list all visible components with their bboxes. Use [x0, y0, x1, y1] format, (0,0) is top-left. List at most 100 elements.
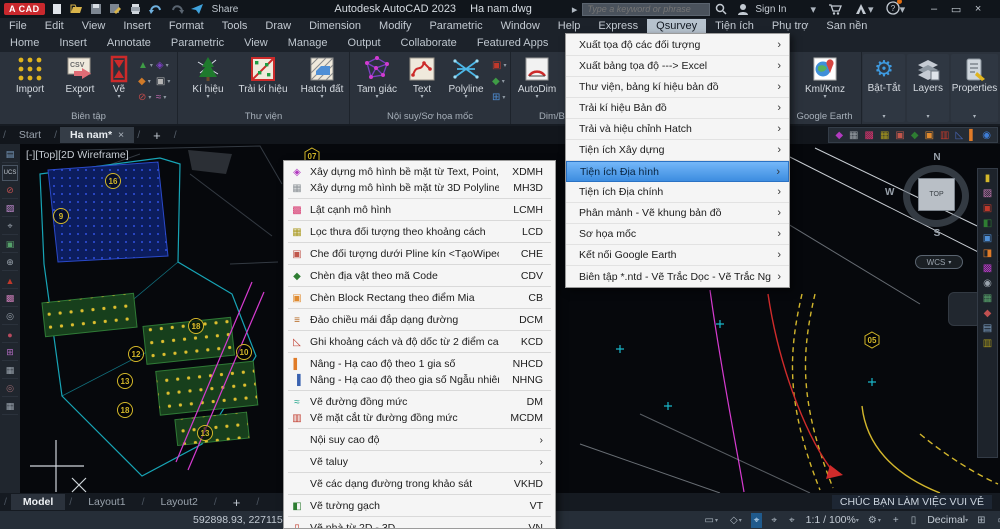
- diamond-tool-icon[interactable]: ◆: [984, 308, 992, 319]
- menu-edit[interactable]: Edit: [36, 19, 73, 33]
- isodraft-toggle[interactable]: ◇▾: [727, 513, 745, 528]
- close-button[interactable]: ×: [967, 3, 989, 15]
- menu-phu-tro[interactable]: Phụ trợ: [763, 19, 818, 33]
- annotation-scale[interactable]: 1:1 / 100%: [806, 514, 856, 526]
- redo-icon[interactable]: [170, 4, 184, 15]
- raise-lower-icon[interactable]: ▌: [969, 130, 976, 141]
- workspace-switching[interactable]: ▭▾: [995, 513, 1000, 528]
- add-layout-button[interactable]: +: [221, 493, 253, 512]
- tab-view[interactable]: View: [234, 35, 278, 52]
- menu-help[interactable]: Help: [549, 19, 590, 33]
- tree-text-tool-icon[interactable]: ▲: [2, 273, 18, 289]
- menu-item-tien-ich-dia-chinh[interactable]: Tiện ích Địa chính›: [566, 182, 789, 203]
- viewcube-west[interactable]: W: [885, 187, 894, 198]
- tab-annotate[interactable]: Annotate: [97, 35, 161, 52]
- donut-tool-icon[interactable]: ◎: [2, 381, 18, 397]
- menu-dimension[interactable]: Dimension: [300, 19, 370, 33]
- flyout-net-button[interactable]: ◈▾: [156, 60, 170, 71]
- submenu-item-che[interactable]: ▣Che đối tượng dưới Pline kín <TạoWipeou…: [284, 246, 555, 262]
- sign-in-avatar-icon[interactable]: [737, 3, 750, 15]
- tab-home[interactable]: Home: [0, 35, 49, 52]
- ki-hieu-button[interactable]: Kí hiệu ▾: [186, 55, 230, 100]
- submenu-item-lcmh[interactable]: ▩Lật cạnh mô hìnhLCMH: [284, 202, 555, 218]
- submenu-item-nhcd[interactable]: ▌Nâng - Hạ cao độ theo 1 gia sốNHCD: [284, 356, 555, 372]
- hatch-dat-button[interactable]: Hatch đất ▾: [296, 55, 348, 100]
- add-scales-toggle[interactable]: +: [890, 513, 902, 528]
- menu-tools[interactable]: Tools: [213, 19, 257, 33]
- table-tool-icon[interactable]: ▦: [2, 363, 18, 379]
- help-caret-icon[interactable]: ▾: [900, 3, 906, 16]
- flyout-wave-button[interactable]: ≈▾: [156, 92, 170, 103]
- panel-title[interactable]: Google Earth: [788, 111, 861, 122]
- submenu-item-vkhd[interactable]: Vẽ các dạng đường trong khảo sátVKHD: [284, 476, 555, 492]
- panel-title[interactable]: Nội suy/Sơ họa mốc: [350, 111, 510, 122]
- point-tool-icon[interactable]: ●: [2, 327, 18, 343]
- polyline-button[interactable]: Polyline ▾: [442, 55, 490, 100]
- purple-pattern-tool-icon[interactable]: ▩: [983, 263, 992, 274]
- autodesk-app-caret-icon[interactable]: ▾: [868, 3, 874, 16]
- bat-tat-button[interactable]: ⚙ Bật-Tắt ▾: [863, 54, 905, 122]
- section-icon[interactable]: ▥: [940, 130, 949, 141]
- block-tool-icon[interactable]: ▣: [2, 237, 18, 253]
- flyout-label-button[interactable]: ◆▾: [138, 76, 153, 87]
- autodesk-app-icon[interactable]: [854, 3, 868, 15]
- import-button[interactable]: Import ▾: [6, 55, 54, 100]
- trai-ki-hieu-button[interactable]: Trải kí hiệu: [232, 55, 294, 95]
- new-tab-button[interactable]: +: [143, 126, 171, 145]
- menu-express[interactable]: Express: [589, 19, 647, 33]
- hatch-tool-icon[interactable]: ▨: [2, 201, 18, 217]
- add-box-tool-icon[interactable]: ⊞: [2, 345, 18, 361]
- close-tab-icon[interactable]: ×: [118, 129, 124, 141]
- no-plot-icon[interactable]: ⊘: [2, 183, 18, 199]
- submenu-item-vt[interactable]: ◧Vẽ tường gạchVT: [284, 498, 555, 514]
- submenu-item-cb[interactable]: ▣Chèn Block Rectang theo điểm MiaCB: [284, 290, 555, 306]
- sign-in-button[interactable]: Sign In: [755, 4, 786, 15]
- insert-code-icon[interactable]: ◆: [911, 130, 919, 141]
- share-button[interactable]: Share: [212, 4, 239, 15]
- ucs-tool-icon[interactable]: UCS: [2, 165, 18, 181]
- share-plane-icon[interactable]: [191, 4, 204, 15]
- tab-parametric[interactable]: Parametric: [161, 35, 234, 52]
- viewcube[interactable]: N S W E TOP: [897, 155, 977, 237]
- submenu-item-lcd[interactable]: ▦Lọc thưa đối tượng theo khoảng cáchLCD: [284, 224, 555, 240]
- grid-tool-icon[interactable]: ▦: [2, 399, 18, 415]
- units-caret-icon[interactable]: ▾: [965, 517, 968, 524]
- tab-manage[interactable]: Manage: [278, 35, 338, 52]
- red-block-tool-icon[interactable]: ▣: [983, 203, 992, 214]
- tam-giac-button[interactable]: Tam giác ▾: [352, 55, 402, 100]
- target-tool-icon[interactable]: ◉: [983, 278, 992, 289]
- submenu-item-vn[interactable]: ▯Vẽ nhà từ 2D - 3DVN: [284, 520, 555, 529]
- menu-modify[interactable]: Modify: [370, 19, 420, 33]
- autocad-logo-icon[interactable]: A CAD: [4, 3, 45, 15]
- layers-button[interactable]: Layers ▾: [907, 54, 949, 122]
- file-tab-hanam[interactable]: Ha nam*×: [60, 127, 134, 143]
- menu-view[interactable]: View: [73, 19, 115, 33]
- menu-window[interactable]: Window: [492, 19, 549, 33]
- submenu-item-cdv[interactable]: ◆Chèn địa vật theo mã CodeCDV: [284, 268, 555, 284]
- viewcube-north[interactable]: N: [897, 152, 977, 163]
- units-ruler[interactable]: ▯: [908, 513, 920, 528]
- menu-parametric[interactable]: Parametric: [420, 19, 491, 33]
- properties-button[interactable]: Properties ▾: [951, 54, 998, 122]
- grid2-tool-icon[interactable]: ▦: [983, 293, 992, 304]
- menu-item-tien-ich-dia-hinh[interactable]: Tiện ích Địa hình›: [566, 161, 789, 182]
- menu-item-ket-noi-google-earth[interactable]: Kết nối Google Earth›: [566, 245, 789, 266]
- open-file-icon[interactable]: [70, 3, 83, 15]
- annotation-settings[interactable]: ⚙▾: [865, 513, 884, 528]
- submenu-item-nhng[interactable]: ▐Nâng - Hạ cao độ theo gia số Ngẫu nhiên…: [284, 372, 555, 388]
- quick-properties-toggle[interactable]: ⊞: [974, 513, 988, 528]
- panel-title[interactable]: Biên tập: [0, 111, 177, 122]
- viewport-controls-label[interactable]: [-][Top][2D Wireframe]: [26, 149, 129, 161]
- blue-block-tool-icon[interactable]: ▣: [983, 233, 992, 244]
- green-block-tool-icon[interactable]: ◧: [983, 218, 992, 229]
- undo-icon[interactable]: [149, 4, 163, 15]
- layout-tab-layout1[interactable]: Layout1: [76, 494, 137, 510]
- menu-draw[interactable]: Draw: [256, 19, 300, 33]
- text-button[interactable]: Text ▾: [404, 55, 440, 100]
- tab-insert[interactable]: Insert: [49, 35, 97, 52]
- layout-tab-layout2[interactable]: Layout2: [148, 494, 209, 510]
- wipeout-icon[interactable]: ▣: [895, 130, 904, 141]
- help-button[interactable]: ?: [886, 1, 900, 18]
- submenu-item-dcm[interactable]: ≡Đảo chiều mái đắp dạng đườngDCM: [284, 312, 555, 328]
- slope-icon[interactable]: ◺: [955, 130, 963, 141]
